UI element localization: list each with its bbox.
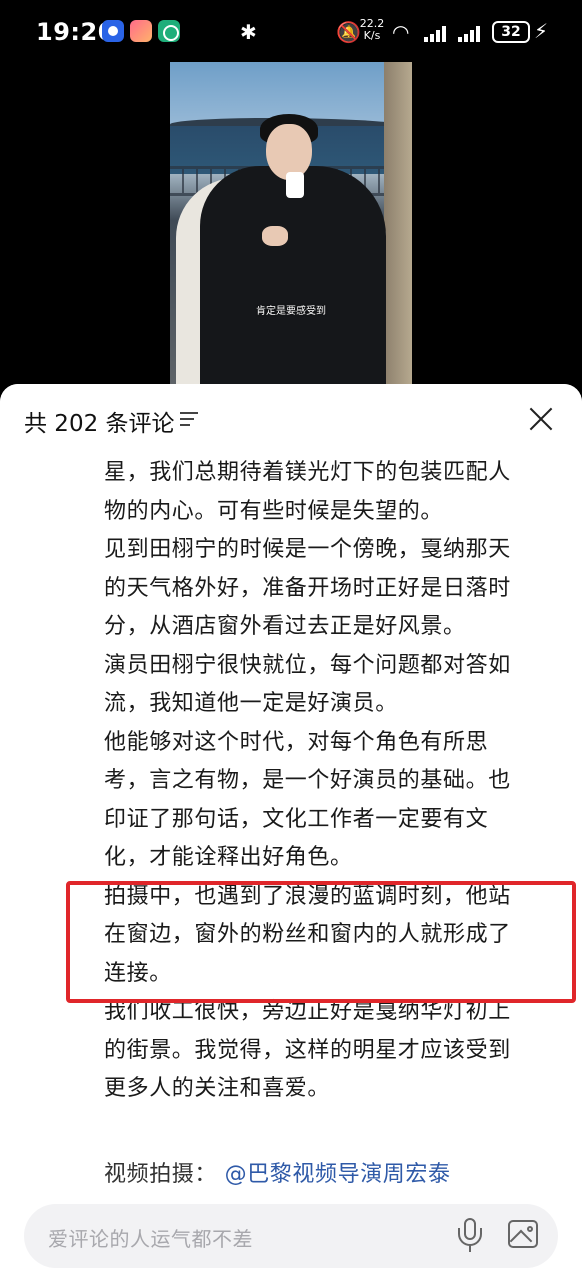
credit-mention-link[interactable]: @巴黎视频导演周宏泰 bbox=[225, 1162, 451, 1187]
comment-line: 星，我们总期待着镁光灯下的包装匹配人 bbox=[104, 460, 511, 485]
comment-line: 化，才能诠释出好角色。 bbox=[104, 845, 353, 870]
comments-sheet: 共 202 条评论 星，我们总期待着镁光灯下的包装匹配人 物的内心。可有些时候是… bbox=[0, 384, 582, 1280]
comments-count-title: 共 202 条评论 bbox=[24, 411, 175, 437]
app-notification-icon bbox=[158, 20, 180, 42]
comment-input-bar: 爱评论的人运气都不差 bbox=[0, 1192, 582, 1280]
comment-line: 分，从酒店窗外看过去正是好风景。 bbox=[104, 614, 466, 639]
comment-line: 流，我知道他一定是好演员。 bbox=[104, 691, 398, 716]
network-speed: 22.2 K/s bbox=[358, 18, 386, 42]
app-notification-icon bbox=[102, 20, 124, 42]
comment-line: 印证了那句话，文化工作者一定要有文 bbox=[104, 806, 489, 832]
video-person bbox=[262, 226, 288, 246]
highlight-annotation-box bbox=[66, 881, 576, 1003]
credit-label: 视频拍摄： bbox=[104, 1162, 218, 1187]
video-scene bbox=[384, 62, 412, 392]
comments-header: 共 202 条评论 bbox=[0, 384, 582, 454]
sort-icon[interactable] bbox=[180, 412, 198, 428]
comment-line: 演员田栩宁很快就位，每个问题都对答如 bbox=[104, 652, 511, 678]
video-subtitle: 肯定是要感受到 bbox=[256, 306, 326, 317]
image-icon[interactable] bbox=[508, 1220, 538, 1248]
wifi-icon: ◠ bbox=[392, 20, 410, 44]
video-person bbox=[200, 166, 386, 392]
video-frame[interactable]: 肯定是要感受到 bbox=[170, 62, 412, 392]
charging-icon: ⚡ bbox=[534, 19, 549, 43]
comment-input-placeholder: 爱评论的人运气都不差 bbox=[48, 1227, 253, 1251]
status-bar: 19:20 ✱ 🔕 22.2 K/s ◠ 32 ⚡ bbox=[0, 0, 582, 66]
bluetooth-icon: ✱ bbox=[240, 20, 257, 44]
video-player[interactable]: 肯定是要感受到 bbox=[0, 62, 582, 396]
comment-text: 星，我们总期待着镁光灯下的包装匹配人 物的内心。可有些时候是失望的。 见到田栩宁… bbox=[104, 454, 564, 1109]
app-notification-icon bbox=[130, 20, 152, 42]
microphone-icon[interactable] bbox=[456, 1218, 484, 1254]
video-credit: 视频拍摄： @巴黎视频导演周宏泰 bbox=[104, 1156, 451, 1188]
battery-icon: 32 bbox=[492, 21, 530, 43]
comment-line: 见到田栩宁的时候是一个傍晚，戛纳那天 bbox=[104, 537, 511, 562]
close-icon[interactable] bbox=[526, 404, 556, 434]
comment-line: 的天气格外好，准备开场时正好是日落时 bbox=[104, 575, 511, 601]
comment-line: 他能够对这个时代，对每个角色有所思 bbox=[104, 729, 489, 755]
comment-line: 更多人的关注和喜爱。 bbox=[104, 1076, 331, 1101]
signal-icon bbox=[424, 24, 450, 42]
comment-line: 的街景。我觉得，这样的明星才应该受到 bbox=[104, 1037, 511, 1063]
comment-line: 考，言之有物，是一个好演员的基础。也 bbox=[104, 768, 511, 793]
comment-line: 物的内心。可有些时候是失望的。 bbox=[104, 498, 444, 524]
video-microphone bbox=[286, 172, 304, 198]
network-speed-unit: K/s bbox=[363, 29, 381, 42]
signal-icon bbox=[458, 24, 484, 42]
comment-input[interactable]: 爱评论的人运气都不差 bbox=[24, 1204, 558, 1268]
